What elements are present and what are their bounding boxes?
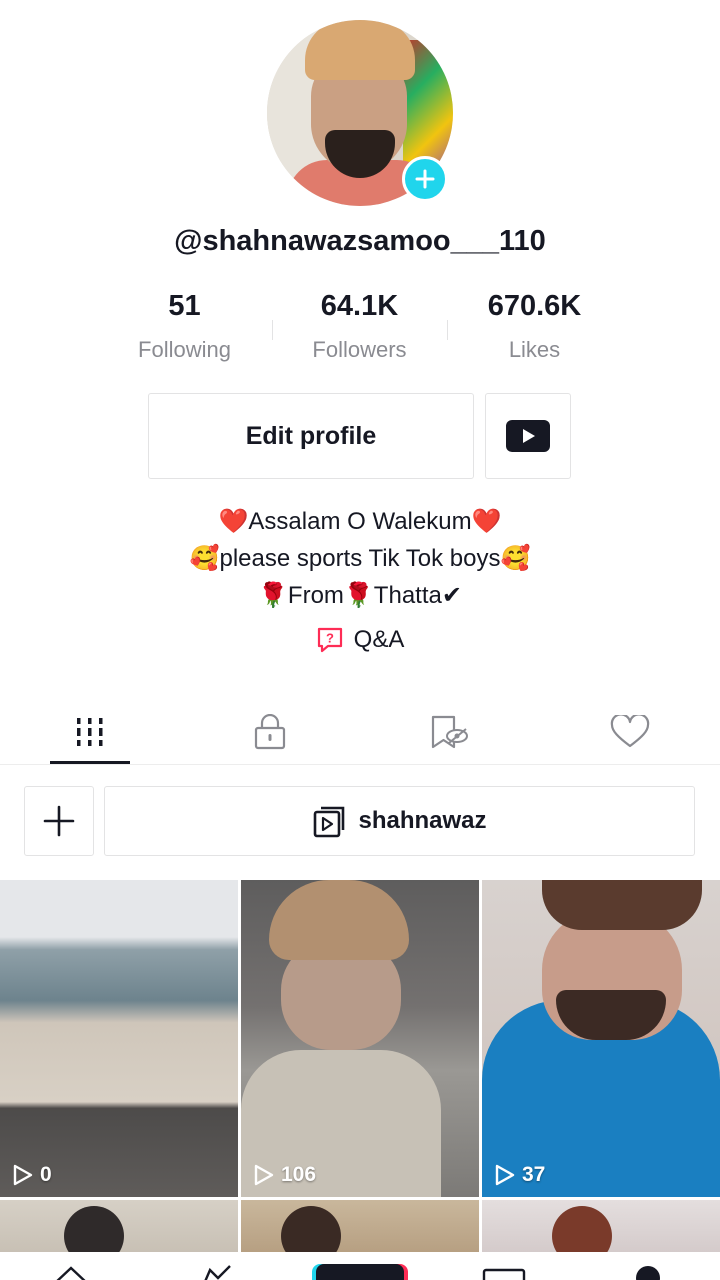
stat-likes[interactable]: 670.6K Likes (447, 290, 622, 363)
playlist-icon (314, 806, 345, 838)
thumbnail-image (542, 880, 702, 930)
edit-profile-button[interactable]: Edit profile (148, 393, 474, 479)
play-icon (13, 1164, 33, 1186)
tab-liked[interactable] (540, 700, 720, 764)
grid-icon (77, 718, 103, 746)
video-thumbnail[interactable]: 37 (482, 880, 720, 1197)
username: @shahnawazsamoo___110 (174, 225, 546, 257)
stat-label: Following (138, 337, 231, 362)
video-thumbnail[interactable]: 0 (0, 880, 238, 1197)
view-count-value: 106 (281, 1163, 317, 1186)
video-thumbnail[interactable] (0, 1200, 238, 1260)
lock-icon (254, 714, 286, 750)
stat-divider (447, 320, 448, 340)
inbox-icon[interactable] (482, 1264, 526, 1280)
video-thumbnail[interactable]: 106 (241, 880, 479, 1197)
stat-value: 51 (168, 290, 201, 322)
tab-videos[interactable] (0, 700, 180, 764)
youtube-link-button[interactable] (485, 393, 571, 479)
profile-avatar-container (267, 20, 453, 206)
stat-divider (272, 320, 273, 340)
play-icon (254, 1164, 274, 1186)
youtube-icon (506, 420, 550, 452)
profile-stats: 51 Following 64.1K Followers 670.6K Like… (97, 290, 623, 363)
tab-private[interactable] (180, 700, 360, 764)
stat-value: 64.1K (320, 290, 399, 322)
stat-label: Likes (508, 337, 561, 362)
plus-icon (415, 169, 435, 189)
view-count-value: 0 (40, 1163, 52, 1186)
bio-line: ❤️Assalam O Walekum❤️ (218, 508, 502, 535)
thumbnail-image (269, 880, 409, 960)
qa-label: Q&A (353, 626, 405, 653)
create-button[interactable] (316, 1264, 404, 1280)
view-count: 0 (12, 1163, 52, 1187)
plus-icon (43, 805, 75, 837)
view-count: 106 (253, 1163, 316, 1187)
home-icon[interactable] (52, 1264, 90, 1280)
video-thumbnail[interactable] (241, 1200, 479, 1260)
stat-following[interactable]: 51 Following (97, 290, 272, 363)
qa-icon: ? (317, 627, 342, 653)
discover-icon[interactable] (200, 1264, 236, 1280)
bio-line: 🥰please sports Tik Tok boys🥰 (189, 545, 531, 572)
bio-line: 🌹From🌹Thatta✔ (258, 582, 462, 609)
playlist-item[interactable]: shahnawaz (104, 786, 695, 856)
playlist-row: shahnawaz (24, 786, 696, 856)
svg-text:?: ? (326, 631, 334, 646)
play-icon (495, 1164, 515, 1186)
bookmark-hidden-icon (431, 715, 468, 749)
profile-nav-icon[interactable] (636, 1266, 660, 1280)
profile-bio: ❤️Assalam O Walekum❤️ 🥰please sports Tik… (0, 503, 720, 614)
stat-value: 670.6K (487, 290, 582, 322)
profile-tabs (0, 700, 720, 765)
stat-followers[interactable]: 64.1K Followers (272, 290, 447, 363)
view-count: 37 (494, 1163, 545, 1187)
stat-label: Followers (312, 337, 407, 362)
add-playlist-button[interactable] (24, 786, 94, 856)
qa-link[interactable]: ? Q&A (0, 626, 720, 654)
bottom-nav (0, 1252, 720, 1280)
tab-saved[interactable] (360, 700, 540, 764)
playlist-name: shahnawaz (358, 807, 487, 834)
add-avatar-button[interactable] (402, 156, 448, 202)
heart-outline-icon (610, 715, 650, 748)
avatar-hat (305, 20, 415, 80)
view-count-value: 37 (522, 1163, 546, 1186)
video-thumbnail[interactable] (482, 1200, 720, 1260)
